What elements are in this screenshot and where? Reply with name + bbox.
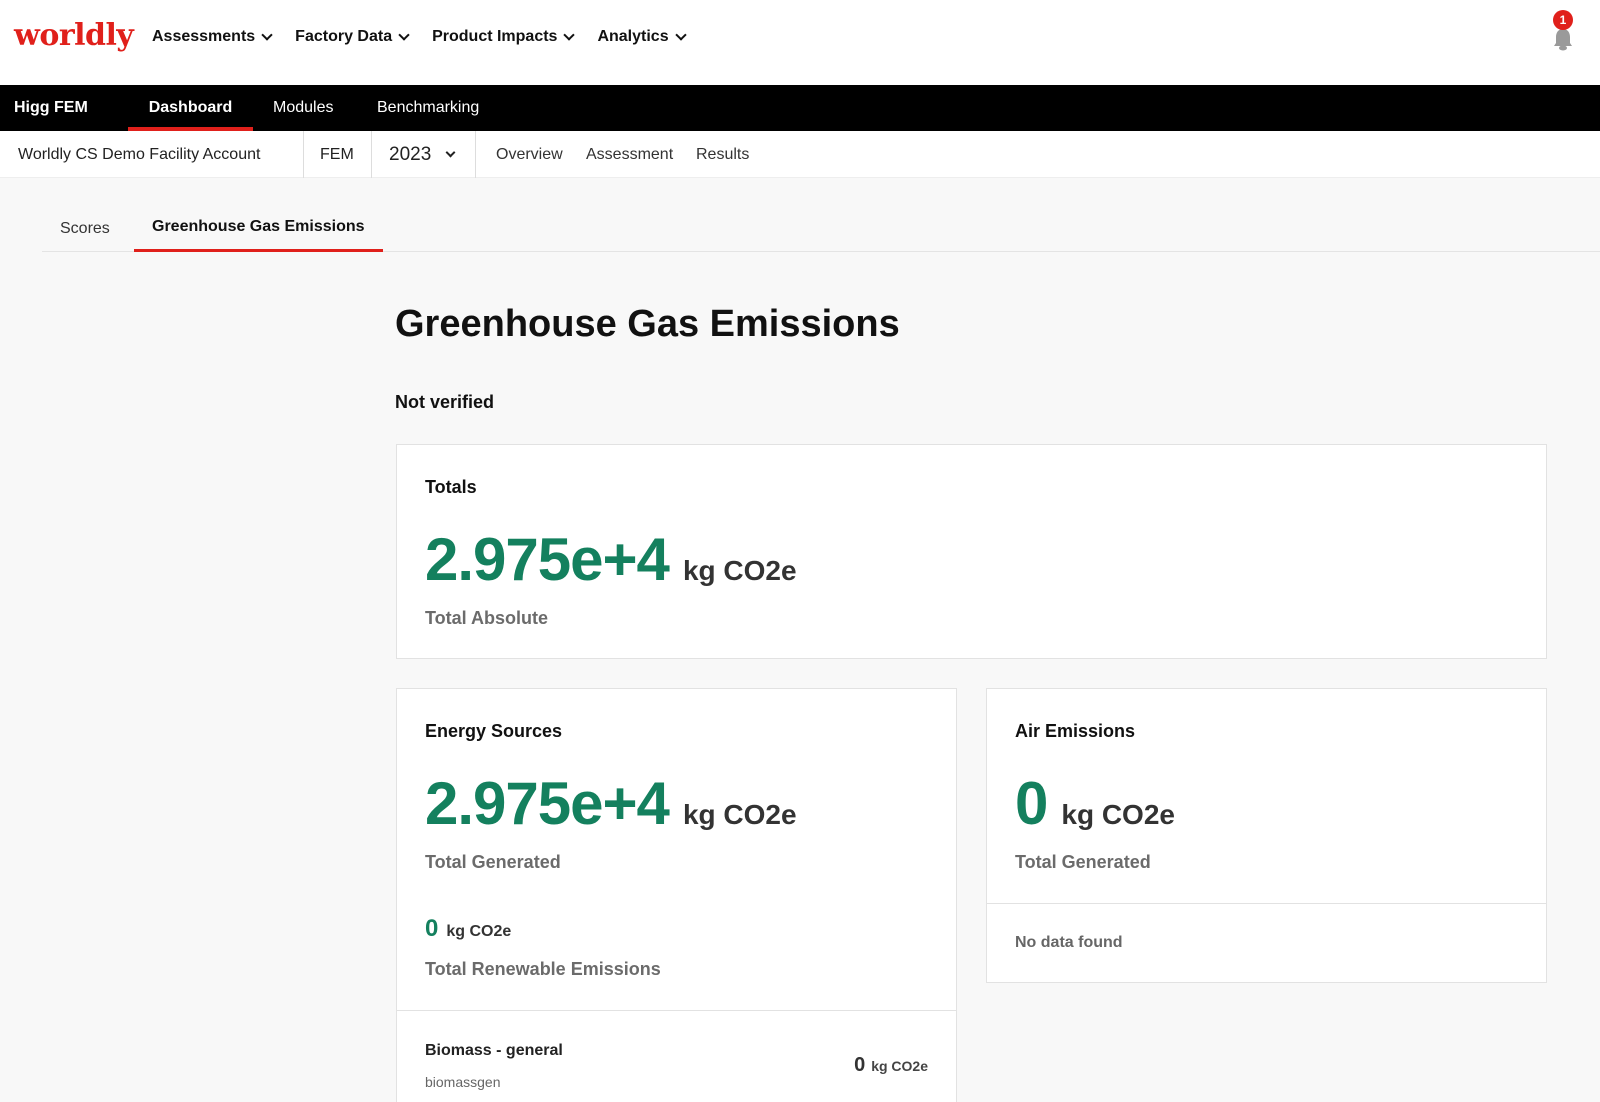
totals-card: Totals 2.975e+4 kg CO2e Total Absolute [396,444,1547,659]
worldly-logo[interactable]: worldly [14,18,134,53]
menu-label: Factory Data [295,28,393,45]
card-title: Totals [425,477,477,497]
unit: kg CO2e [682,555,797,586]
chevron-down-icon [563,29,576,41]
menu-product-impacts[interactable]: Product Impacts [432,28,576,46]
energy-source-name: Biomass - general [425,1042,563,1059]
tab-modules[interactable]: Modules [273,85,333,131]
page-tabs: Scores Greenhouse Gas Emissions [42,205,1600,252]
air-total-generated-value: 0 kg CO2e [1015,769,1175,838]
module-label: FEM [320,145,354,163]
menu-assessments[interactable]: Assessments [152,28,273,46]
unit: kg CO2e [446,923,512,940]
menu-label: Assessments [152,28,256,45]
menu-label: Product Impacts [432,28,558,45]
total-absolute-value: 2.975e+4 kg CO2e [425,525,797,594]
divider [303,131,304,178]
tab-benchmarking[interactable]: Benchmarking [377,85,479,131]
unit: kg CO2e [1061,799,1175,830]
link-assessment[interactable]: Assessment [586,131,673,178]
chevron-down-icon [445,147,456,158]
year-value: 2023 [389,143,432,165]
link-results[interactable]: Results [696,131,749,178]
divider [397,1010,956,1011]
tab-scores[interactable]: Scores [60,205,110,252]
air-emissions-card: Air Emissions 0 kg CO2e Total Generated … [986,688,1547,983]
menu-factory-data[interactable]: Factory Data [295,28,410,46]
verification-status: Not verified [395,392,495,412]
notification-count-badge: 1 [1553,10,1573,30]
main-menu: Assessments Factory Data Product Impacts… [152,28,709,46]
divider [987,903,1546,904]
year-selector[interactable]: 2023 [389,131,456,178]
value: 0 [854,1054,866,1076]
divider [475,131,476,178]
menu-label: Analytics [597,28,669,45]
no-data-message: No data found [1015,934,1123,951]
facility-account-name: Worldly CS Demo Facility Account [18,145,261,163]
unit: kg CO2e [682,799,797,830]
divider [371,131,372,178]
total-absolute-label: Total Absolute [425,608,548,628]
card-title: Air Emissions [1015,721,1136,741]
chevron-down-icon [674,29,687,41]
value: 2.975e+4 [425,526,670,593]
energy-total-generated-label: Total Generated [425,852,561,872]
chevron-down-icon [261,29,273,41]
tab-greenhouse-gas-emissions[interactable]: Greenhouse Gas Emissions [134,205,383,252]
page-title: Greenhouse Gas Emissions [395,303,900,345]
renewable-emissions-label: Total Renewable Emissions [425,959,661,979]
product-bar: Higg FEM Dashboard Modules Benchmarking [0,85,1600,131]
link-overview[interactable]: Overview [496,131,563,178]
product-name: Higg FEM [14,99,88,116]
card-title: Energy Sources [425,721,563,741]
top-navigation: worldly Assessments Factory Data Product… [0,0,1600,85]
air-total-generated-label: Total Generated [1015,852,1151,872]
value: 2.975e+4 [425,770,670,837]
energy-source-code: biomassgen [425,1074,501,1090]
unit: kg CO2e [871,1058,928,1074]
tab-dashboard[interactable]: Dashboard [128,85,253,131]
value: 0 [425,915,439,942]
chevron-down-icon [398,29,410,41]
energy-sources-card: Energy Sources 2.975e+4 kg CO2e Total Ge… [396,688,957,1102]
energy-source-value: 0 kg CO2e [854,1054,928,1077]
context-bar: Worldly CS Demo Facility Account FEM 202… [0,131,1600,178]
value: 0 [1015,770,1048,837]
menu-analytics[interactable]: Analytics [597,28,687,46]
energy-total-generated-value: 2.975e+4 kg CO2e [425,769,797,838]
renewable-emissions-value: 0 kg CO2e [425,915,511,943]
